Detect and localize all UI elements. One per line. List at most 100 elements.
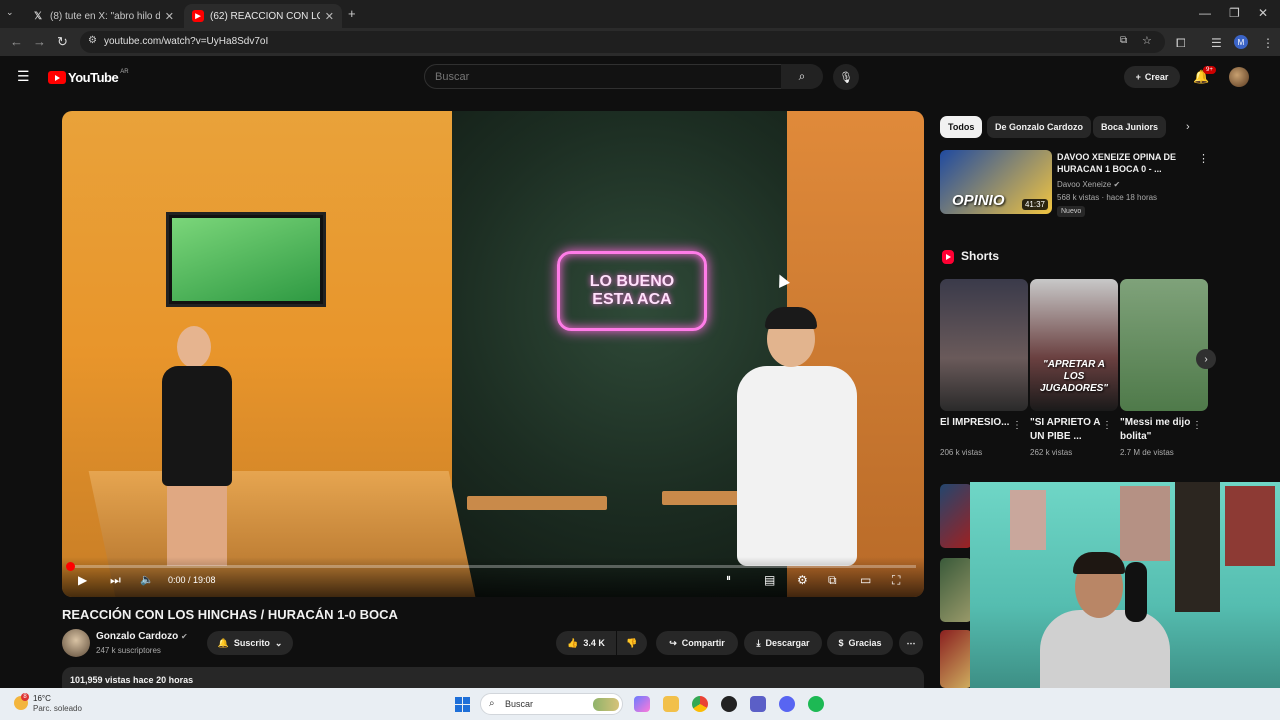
hamburger-menu-icon[interactable]: ☰	[17, 68, 30, 85]
minimize-icon[interactable]: —	[1199, 6, 1211, 20]
progress-bar[interactable]	[70, 565, 916, 568]
browser-menu-icon[interactable]: ⋮	[1262, 36, 1274, 50]
bookmark-star-icon[interactable]: ☆	[1142, 34, 1152, 47]
subtitles-icon[interactable]: ▤	[764, 573, 775, 587]
recommended-thumbnail[interactable]	[940, 484, 972, 548]
short-title[interactable]: El IMPRESIO...	[940, 416, 1016, 430]
autoplay-toggle-icon[interactable]: ⏸	[726, 573, 731, 584]
create-label: Crear	[1144, 72, 1169, 82]
share-button[interactable]: ↪ Compartir	[656, 631, 738, 655]
next-video-icon[interactable]: ⏭	[110, 573, 121, 588]
more-vertical-icon[interactable]: ⋮	[1198, 152, 1209, 165]
tab-twitter[interactable]: 𝕏 (8) tute en X: "abro hilo de me ✕	[24, 4, 182, 28]
download-label: Descargar	[765, 638, 810, 648]
subscribed-button[interactable]: 🔔 Suscrito ⌄	[207, 631, 293, 655]
search-button[interactable]: ⌕	[781, 64, 823, 89]
chrome-icon[interactable]	[692, 696, 708, 712]
chip-channel[interactable]: De Gonzalo Cardozo	[987, 116, 1092, 138]
new-tab-icon[interactable]: +	[348, 6, 356, 21]
subscribed-label: Suscrito	[233, 638, 270, 648]
video-title: REACCIÓN CON LOS HINCHAS / HURACÁN 1-0 B…	[62, 607, 398, 622]
progress-scrubber[interactable]	[66, 562, 75, 571]
reload-icon[interactable]: ↻	[57, 34, 68, 50]
close-icon[interactable]: ✕	[165, 10, 174, 23]
short-thumbnail[interactable]	[1120, 279, 1208, 411]
recommended-thumbnail[interactable]: OPINIO 41:37	[940, 150, 1052, 214]
country-code: AR	[120, 68, 129, 75]
omnibox[interactable]: ⚙ youtube.com/watch?v=UyHa8Sdv7oI ⧉ ☆	[80, 31, 1165, 53]
short-thumbnail[interactable]: "APRETAR A LOS JUGADORES"	[1030, 279, 1118, 411]
close-icon[interactable]: ✕	[325, 10, 334, 23]
search-input[interactable]	[425, 65, 781, 89]
shorts-next-button[interactable]: ›	[1196, 349, 1216, 369]
thumbs-up-icon: 👍	[567, 637, 579, 648]
taskbar-search[interactable]: ⌕ Buscar	[480, 693, 623, 715]
close-window-icon[interactable]: ✕	[1258, 6, 1268, 20]
back-icon[interactable]: ←	[10, 34, 23, 49]
forward-icon[interactable]: →	[33, 34, 46, 49]
more-vertical-icon[interactable]: ⋮	[1012, 420, 1022, 431]
share-label: Compartir	[681, 638, 725, 648]
neon-line-2: ESTA ACA	[592, 291, 672, 308]
reading-list-icon[interactable]: ☰	[1211, 36, 1222, 50]
maximize-icon[interactable]: ❐	[1229, 6, 1240, 20]
short-title[interactable]: "Messi me dijo bolita"	[1120, 416, 1196, 444]
chevron-right-icon[interactable]: ›	[1186, 121, 1190, 133]
channel-avatar[interactable]	[62, 629, 90, 657]
profile-avatar[interactable]: M	[1234, 35, 1248, 49]
windows-start-icon[interactable]	[455, 697, 470, 712]
fullscreen-icon[interactable]: ⛶	[892, 573, 900, 588]
thumbs-down-icon: 👎	[626, 637, 638, 648]
youtube-play-logo-icon	[48, 71, 66, 84]
copilot-icon[interactable]	[634, 696, 650, 712]
youtube-wordmark: YouTube	[68, 70, 119, 85]
shorts-heading: Shorts	[961, 249, 1000, 263]
short-thumbnail[interactable]	[940, 279, 1028, 411]
file-explorer-icon[interactable]	[663, 696, 679, 712]
settings-gear-icon[interactable]: ⚙	[797, 573, 808, 587]
discord-icon[interactable]	[779, 696, 795, 712]
plus-icon: +	[1135, 72, 1141, 82]
search-highlight-icon	[593, 698, 619, 711]
neon-line-1: LO BUENO	[589, 272, 675, 290]
weather-badge: 8	[21, 693, 29, 701]
dislike-button[interactable]: 👎	[617, 631, 647, 655]
bell-icon: 🔔	[217, 637, 229, 648]
user-avatar[interactable]	[1229, 67, 1249, 87]
tab-title: (62) REACCIÓN CON LOS HINC	[210, 10, 320, 22]
share-arrow-icon: ↪	[669, 637, 677, 648]
extensions-icon[interactable]: ⧠	[1176, 36, 1186, 51]
super-thanks-icon: $	[838, 638, 844, 648]
short-title[interactable]: "SI APRIETO A UN PIBE ...	[1030, 416, 1106, 444]
teams-icon[interactable]	[750, 696, 766, 712]
more-vertical-icon[interactable]: ⋮	[1102, 420, 1112, 431]
obs-icon[interactable]	[721, 696, 737, 712]
theater-mode-icon[interactable]: ▭	[860, 573, 871, 587]
tab-search-icon[interactable]: ⌄	[6, 7, 14, 18]
like-button[interactable]: 👍 3.4 K	[556, 631, 616, 655]
channel-name[interactable]: Gonzalo Cardozo	[96, 631, 178, 642]
tab-youtube[interactable]: ▶ (62) REACCIÓN CON LOS HINC ✕	[184, 4, 342, 28]
create-button[interactable]: + Crear	[1124, 66, 1180, 88]
notification-badge: 9+	[1203, 66, 1216, 74]
spotify-icon[interactable]	[808, 696, 824, 712]
play-icon[interactable]: ▶	[78, 573, 87, 587]
site-info-icon[interactable]: ⚙	[88, 35, 97, 46]
more-actions-button[interactable]: ⋯	[899, 631, 923, 655]
install-app-icon[interactable]: ⧉	[1120, 35, 1127, 46]
chip-todos[interactable]: Todos	[940, 116, 983, 138]
download-button[interactable]: ⤓ Descargar	[744, 631, 822, 655]
miniplayer-icon[interactable]: ⧉	[828, 573, 837, 588]
recommended-thumbnail[interactable]	[940, 630, 972, 688]
more-vertical-icon[interactable]: ⋮	[1192, 420, 1202, 431]
thanks-button[interactable]: $ Gracias	[827, 631, 893, 655]
volume-icon[interactable]: 🔈	[140, 573, 154, 586]
video-player[interactable]: LO BUENO ESTA ACA ▶ ⏭ 🔈 0:00 / 19:08 ⏸ ▤…	[62, 111, 924, 597]
recommended-title[interactable]: DAVOO XENEIZE OPINA DE HURACAN 1 BOCA 0 …	[1057, 151, 1187, 175]
youtube-logo[interactable]: YouTube AR	[48, 68, 129, 85]
chip-boca[interactable]: Boca Juniors	[1093, 116, 1167, 138]
voice-search-button[interactable]: 🎙	[833, 64, 859, 90]
new-badge: Nuevo	[1057, 206, 1086, 217]
scene-person-man	[727, 307, 867, 591]
recommended-thumbnail[interactable]	[940, 558, 972, 622]
